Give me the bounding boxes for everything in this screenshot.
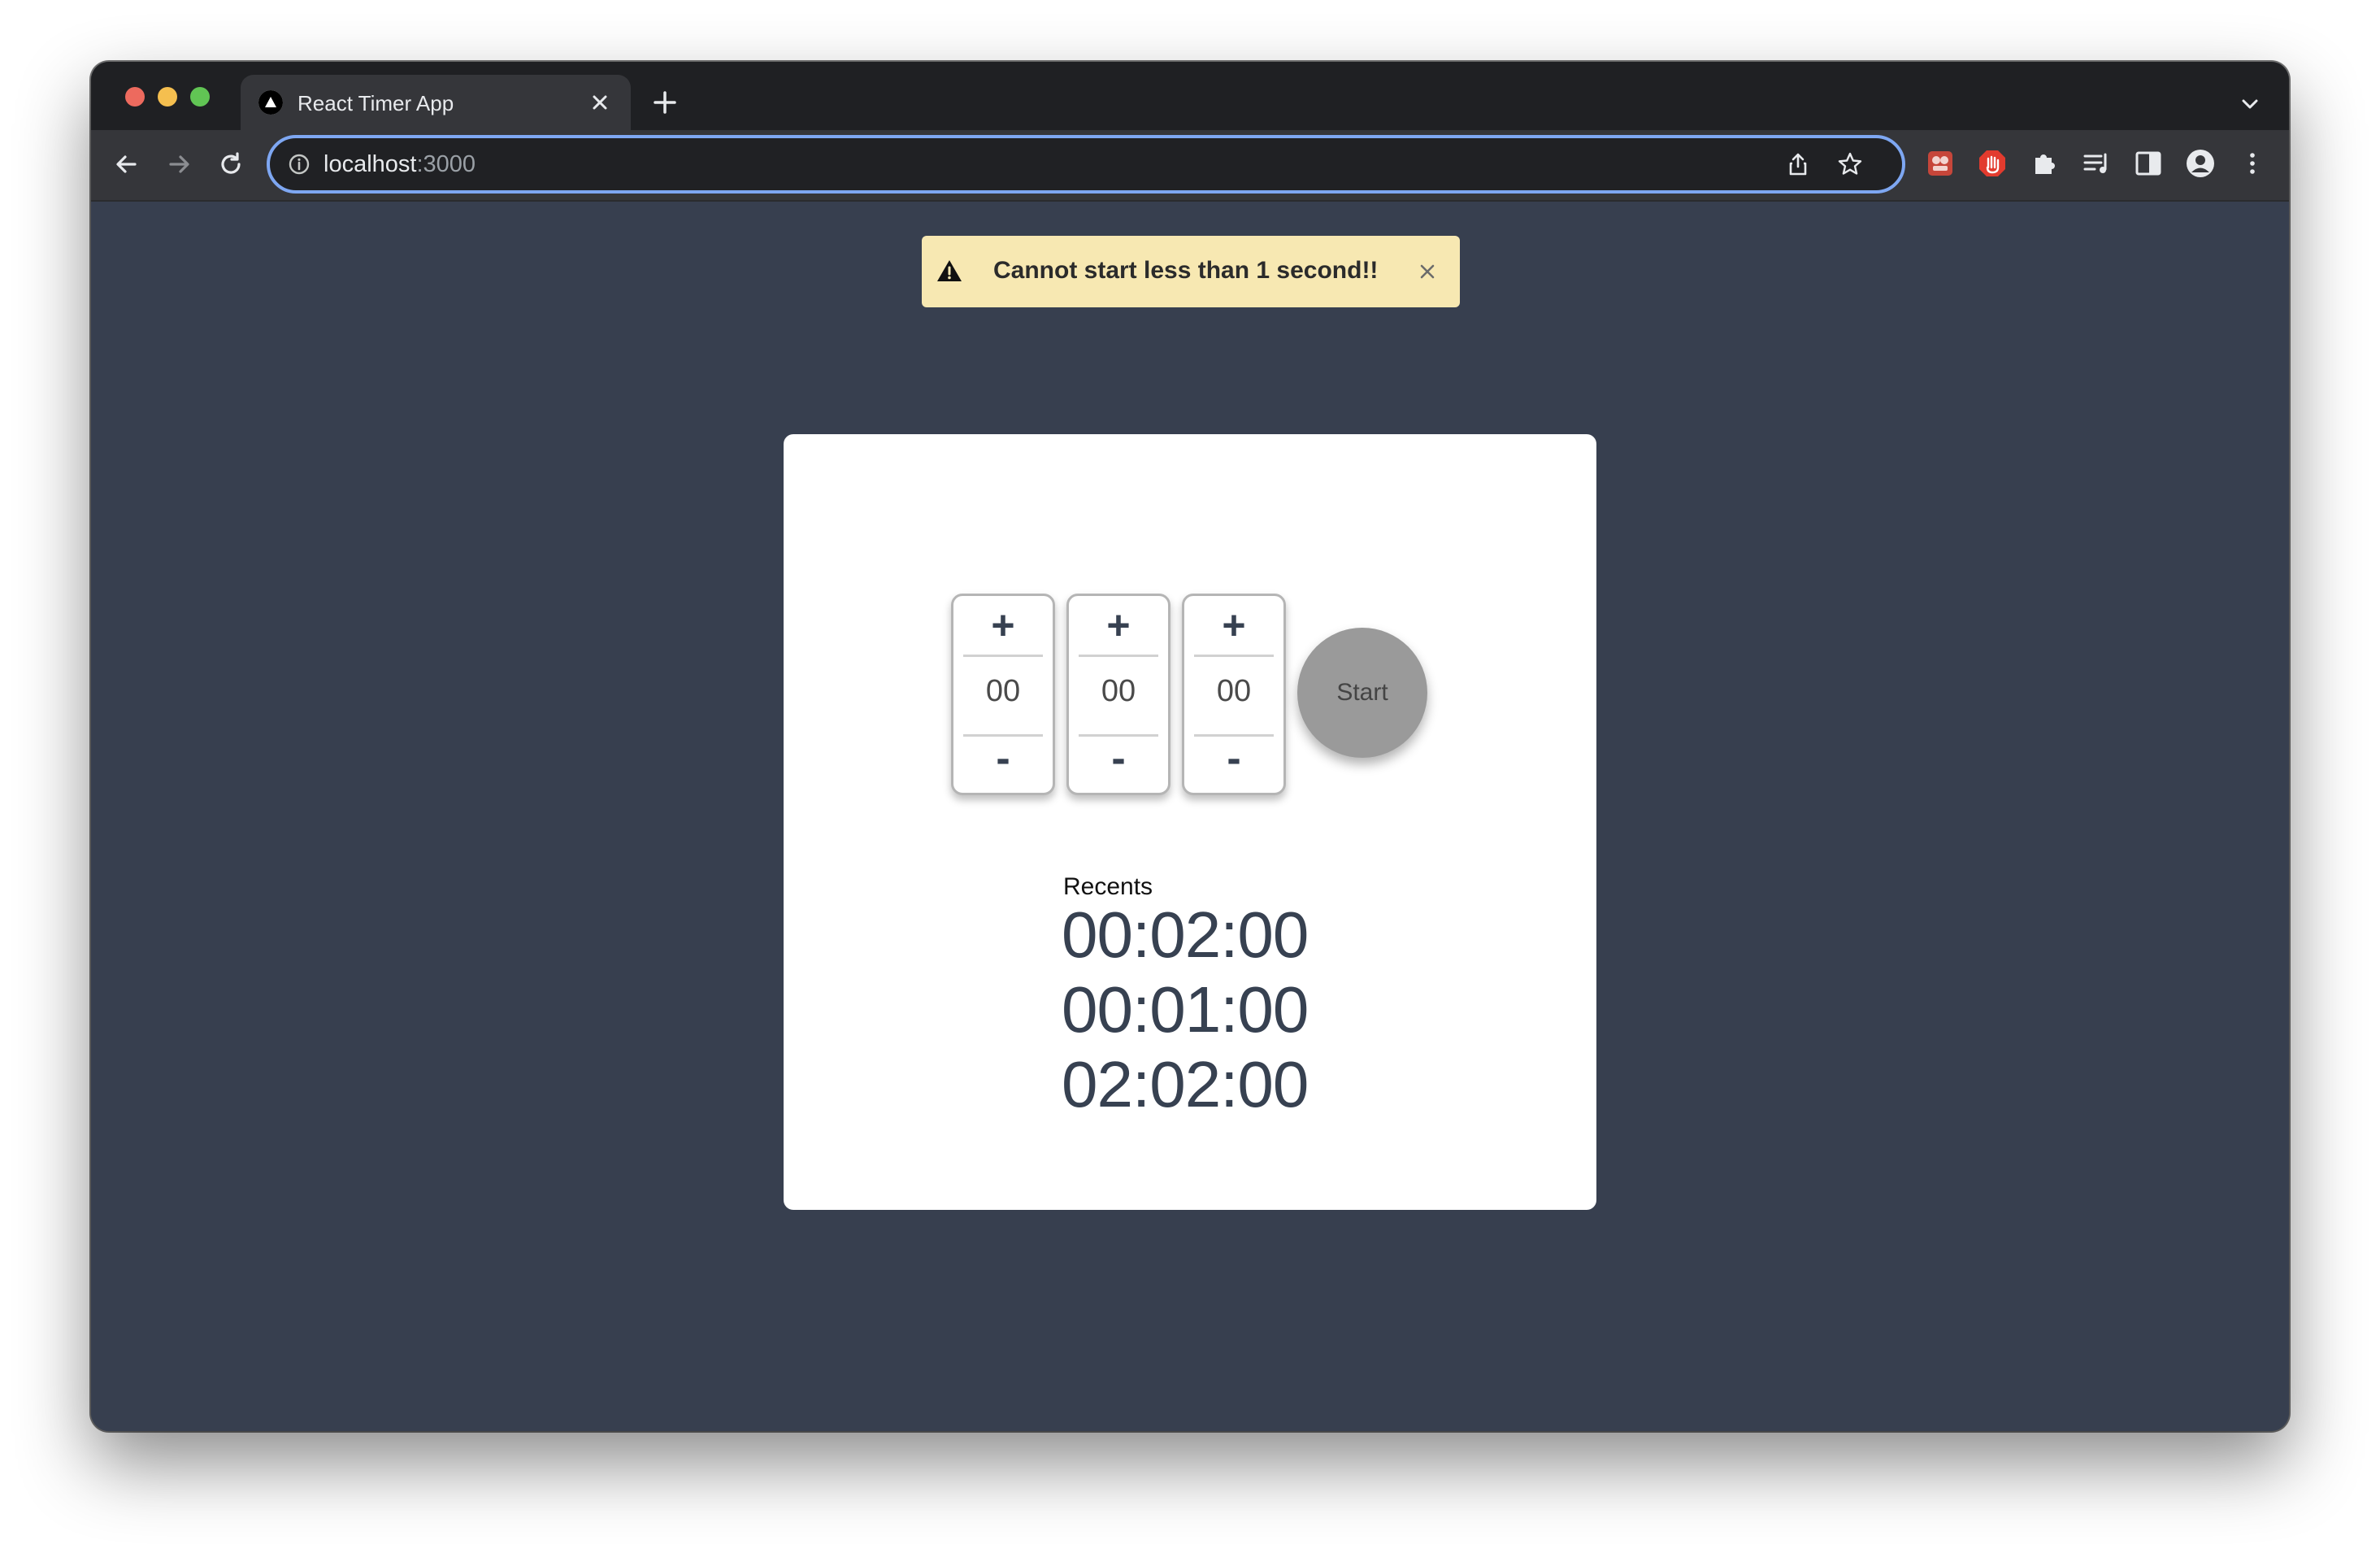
tab-close-icon[interactable] [590, 93, 610, 112]
minutes-value[interactable]: 00 [1069, 674, 1168, 709]
seconds-value[interactable]: 00 [1184, 674, 1283, 709]
hours-increment-button[interactable]: + [953, 605, 1053, 646]
seconds-spinner: + 00 - [1182, 594, 1286, 795]
maximize-window-button[interactable] [190, 87, 210, 107]
minutes-decrement-button[interactable]: - [1069, 737, 1168, 780]
recent-item[interactable]: 00:02:00 [1062, 898, 1309, 972]
close-window-button[interactable] [125, 87, 145, 107]
recent-item[interactable]: 00:01:00 [1062, 972, 1309, 1047]
browser-toolbar: localhost:3000 [91, 130, 2289, 202]
extensions-puzzle-icon[interactable] [2029, 148, 2060, 179]
url-text: localhost:3000 [324, 151, 476, 178]
nextjs-favicon-icon [258, 90, 283, 115]
minutes-spinner: + 00 - [1066, 594, 1170, 795]
url-port: :3000 [416, 151, 476, 177]
start-button[interactable]: Start [1297, 628, 1427, 758]
browser-window: React Timer App localhost:3000 Cannot st… [91, 62, 2289, 1431]
divider [1079, 655, 1158, 657]
reload-icon[interactable] [216, 150, 245, 179]
share-icon[interactable] [1785, 151, 1811, 177]
divider [1194, 655, 1274, 657]
recents-title: Recents [1063, 873, 1153, 900]
forward-arrow-icon[interactable] [164, 150, 193, 179]
bookmark-star-icon[interactable] [1837, 151, 1863, 177]
address-bar[interactable]: localhost:3000 [267, 135, 1905, 194]
toast-close-icon[interactable] [1418, 262, 1437, 281]
divider [963, 655, 1043, 657]
page-content: Cannot start less than 1 second!! + 00 -… [91, 202, 2289, 1431]
warning-icon [936, 259, 962, 283]
new-tab-icon[interactable] [652, 89, 678, 115]
profile-avatar-icon[interactable] [2185, 148, 2216, 179]
toast-message: Cannot start less than 1 second!! [993, 257, 1379, 284]
side-panel-icon[interactable] [2133, 148, 2164, 179]
extension-red-icon[interactable] [1925, 148, 1956, 179]
back-arrow-icon[interactable] [112, 150, 141, 179]
warning-toast: Cannot start less than 1 second!! [922, 236, 1460, 307]
site-info-icon[interactable] [288, 153, 311, 176]
browser-menu-icon[interactable] [2237, 148, 2268, 179]
browser-tab[interactable]: React Timer App [241, 75, 631, 130]
tab-title: React Timer App [298, 91, 454, 115]
minutes-increment-button[interactable]: + [1069, 605, 1168, 646]
adblock-stop-icon[interactable] [1977, 148, 2008, 179]
tab-search-chevron-icon[interactable] [2239, 93, 2261, 115]
hours-spinner: + 00 - [951, 594, 1055, 795]
timer-card: + 00 - + 00 - + 00 - Start Recents 00:02… [784, 434, 1596, 1210]
minimize-window-button[interactable] [158, 87, 177, 107]
recent-item[interactable]: 02:02:00 [1062, 1047, 1309, 1122]
hours-value[interactable]: 00 [953, 674, 1053, 709]
hours-decrement-button[interactable]: - [953, 737, 1053, 780]
seconds-increment-button[interactable]: + [1184, 605, 1283, 646]
reading-list-icon[interactable] [2081, 148, 2112, 179]
seconds-decrement-button[interactable]: - [1184, 737, 1283, 780]
url-host: localhost [324, 151, 417, 177]
title-bar: React Timer App [91, 62, 2289, 130]
